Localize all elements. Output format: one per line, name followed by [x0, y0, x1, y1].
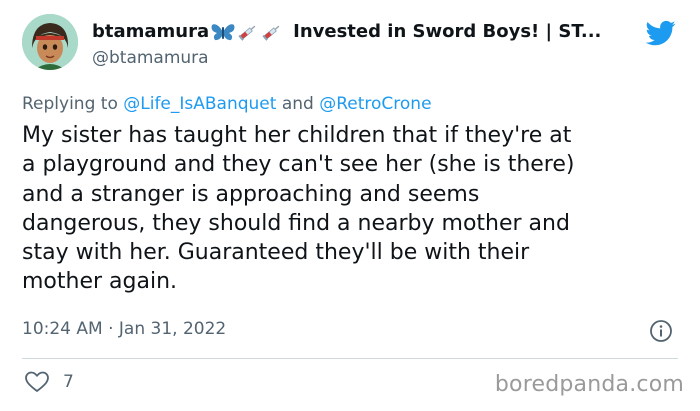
info-icon[interactable]: [649, 319, 673, 343]
display-name-suffix: Invested in Sword Boys! | ST...: [293, 21, 602, 42]
replying-and: and: [281, 94, 314, 114]
tweet-timestamp[interactable]: 10:24 AM · Jan 31, 2022: [22, 319, 226, 339]
twitter-bird-icon[interactable]: [644, 18, 678, 48]
user-handle[interactable]: @btamamura: [92, 46, 640, 70]
heart-icon[interactable]: [25, 371, 49, 393]
tweet-card: btamamura Invested in Sword Boys! | ST..…: [0, 0, 700, 411]
display-name[interactable]: btamamura: [92, 20, 209, 44]
tweet-header: btamamura Invested in Sword Boys! | ST..…: [92, 20, 640, 70]
butterfly-icon: [211, 22, 235, 42]
avatar[interactable]: [22, 14, 78, 70]
like-count: 7: [63, 372, 74, 392]
tweet-text: My sister has taught her children that i…: [22, 123, 575, 295]
syringe-icon-2: [261, 22, 283, 42]
syringe-icon: [237, 22, 259, 42]
watermark: boredpanda.com: [494, 372, 684, 397]
like-action[interactable]: 7: [25, 371, 74, 393]
replying-prefix: Replying to: [22, 94, 118, 114]
name-row: btamamura Invested in Sword Boys! | ST..…: [92, 20, 640, 44]
avatar-image: [22, 14, 78, 70]
divider: [22, 358, 678, 359]
mention-link-2[interactable]: @RetroCrone: [319, 94, 431, 114]
replying-to: Replying to @Life_IsABanquet and @RetroC…: [22, 94, 432, 114]
mention-link-1[interactable]: @Life_IsABanquet: [123, 94, 276, 114]
